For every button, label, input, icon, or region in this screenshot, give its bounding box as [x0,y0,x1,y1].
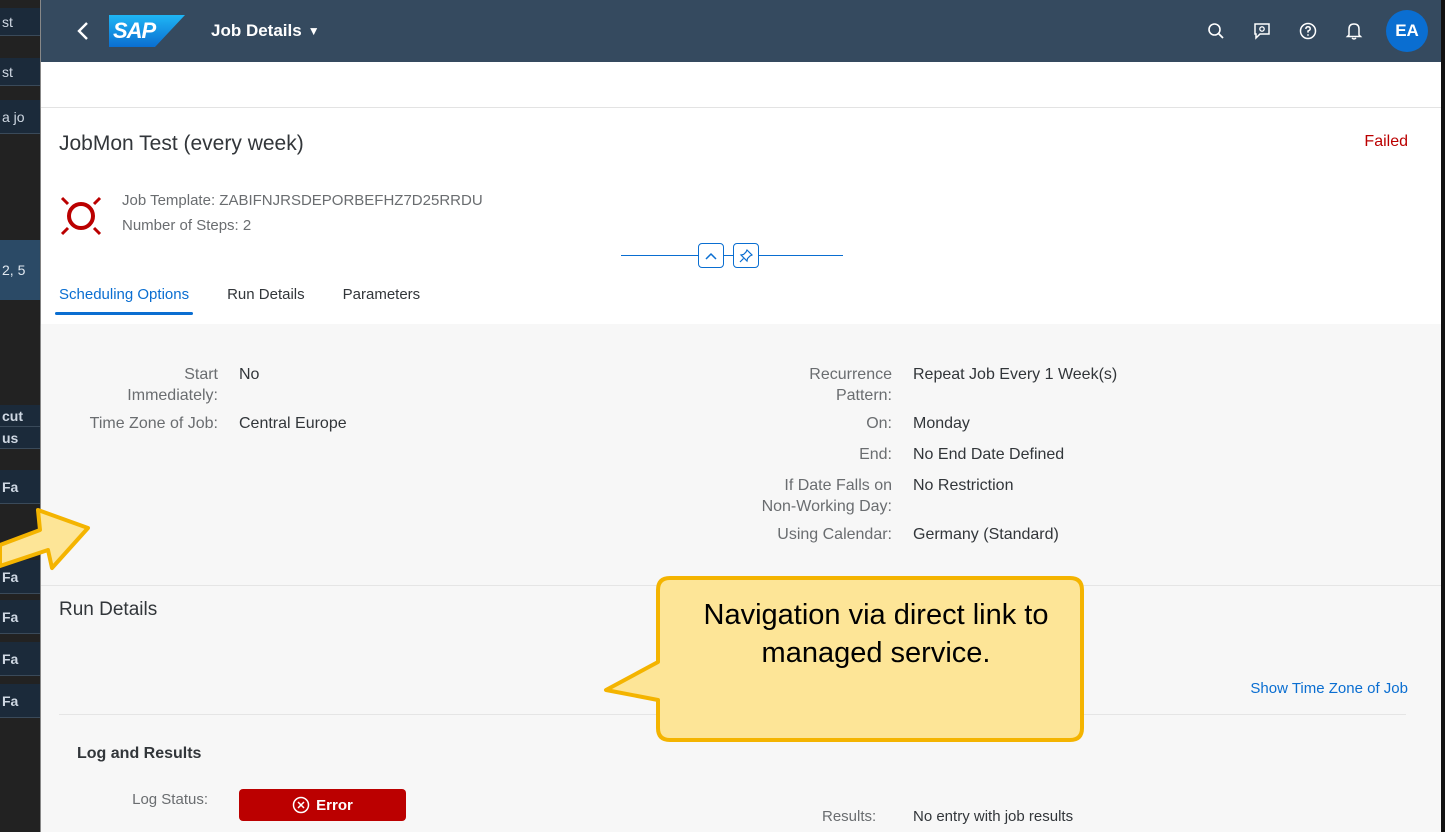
on-label: On: [866,415,892,432]
background-row: Fa [0,560,40,594]
shell-bar: SAP Job Details ▼ EA [41,0,1445,62]
background-row: st [0,8,40,36]
window-edge [1441,0,1445,832]
tab-run-details[interactable]: Run Details [227,286,305,315]
back-icon [77,22,88,40]
non-working-day-label: If Date Falls on Non-Working Day: [762,475,892,517]
results-label: Results: [822,808,877,825]
header-collapse-bar [621,240,843,270]
tab-scheduling-options[interactable]: Scheduling Options [54,286,194,315]
background-row: Fa [0,642,40,676]
app-title-menu[interactable]: Job Details ▼ [211,21,320,41]
tab-bar: Scheduling Options Run Details Parameter… [54,286,421,315]
recurrence-pattern-value: Repeat Job Every 1 Week(s) [913,366,1118,383]
app-title: Job Details [211,21,302,40]
tab-parameters[interactable]: Parameters [343,286,421,315]
time-zone-value: Central Europe [239,415,347,432]
log-status-error-badge[interactable]: Error [239,789,406,821]
end-value: No End Date Defined [913,446,1065,463]
background-row: Fa [0,470,40,504]
error-icon [292,796,310,814]
job-details-window: SAP Job Details ▼ EA JobMon Test (every … [40,0,1445,832]
label-line: Non-Working Day: [761,498,892,515]
background-row: Fa [0,684,40,718]
object-header: JobMon Test (every week) Failed Job Temp… [41,108,1445,324]
time-zone-label: Time Zone of Job: [89,415,218,432]
background-app-strip: st st a jo 2, 5 cut us Fa Fa Fa Fa Fa [0,0,40,832]
collapse-header-button[interactable] [698,243,724,268]
notifications-button[interactable] [1338,15,1370,47]
page-title: JobMon Test (every week) [59,132,304,155]
on-value: Monday [913,415,970,432]
using-calendar-label: Using Calendar: [777,526,892,543]
bell-icon [1345,23,1363,40]
recurrence-pattern-label: Recurrence Pattern: [809,364,892,406]
search-icon [1208,23,1224,39]
job-failed-icon [60,196,102,236]
error-badge-label: Error [316,796,353,814]
end-label: End: [859,446,892,463]
label-line: Pattern: [835,387,892,404]
show-time-zone-link[interactable]: Show Time Zone of Job [1250,680,1408,697]
chevron-up-icon [705,252,717,260]
user-avatar[interactable]: EA [1386,10,1428,52]
section-divider [41,585,1445,586]
job-template-attribute: Job Template: ZABIFNJRSDEPORBEFHZ7D25RRD… [122,192,483,209]
label-line: Recurrence [809,366,892,383]
feedback-button[interactable] [1246,15,1278,47]
background-row: 2, 5 [0,240,40,300]
label-line: If Date Falls on [784,477,892,494]
callout-text: Navigation via direct link to managed se… [703,599,1049,669]
background-row: cut [0,405,40,427]
sub-header-bar [41,62,1445,108]
help-icon [1299,22,1317,40]
results-value: No entry with job results [913,808,1074,825]
start-immediately-value: No [239,366,260,383]
log-status-label: Log Status: [132,791,208,808]
sap-logo[interactable]: SAP [109,15,185,47]
label-line: Start [184,366,218,383]
back-button[interactable] [63,11,103,51]
pin-icon [739,248,753,262]
run-details-section-title: Run Details [59,599,158,620]
status-text: Failed [1364,133,1408,150]
pin-header-button[interactable] [733,243,759,268]
search-button[interactable] [1200,15,1232,47]
log-and-results-title: Log and Results [77,745,202,762]
page-content: Start Immediately: No Time Zone of Job: … [41,324,1445,832]
background-row: us [0,427,40,449]
caret-down-icon: ▼ [307,24,320,38]
using-calendar-value: Germany (Standard) [913,526,1059,543]
non-working-day-value: No Restriction [913,477,1014,494]
sap-logo-text: SAP [113,18,156,43]
background-row: st [0,58,40,86]
number-of-steps-attribute: Number of Steps: 2 [122,217,252,234]
feedback-icon [1254,23,1270,40]
help-button[interactable] [1292,15,1324,47]
background-row: a jo [0,100,40,134]
label-line: Immediately: [127,387,218,404]
inner-divider [59,714,1406,715]
background-row: Fa [0,600,40,634]
start-immediately-label: Start Immediately: [127,364,218,406]
